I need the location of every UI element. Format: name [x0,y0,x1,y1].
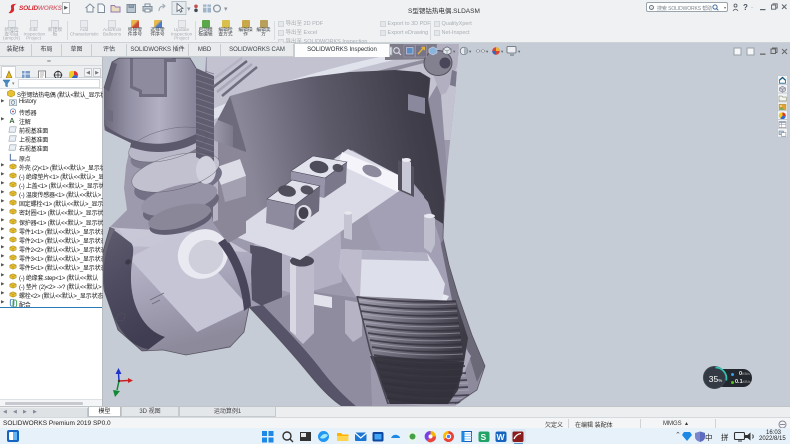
svg-text:▾: ▾ [453,49,456,54]
svg-text:▾: ▾ [501,49,504,54]
svg-text:▾: ▾ [469,49,472,54]
svg-text:?: ? [743,3,748,12]
svg-text:▾: ▾ [486,49,489,54]
svg-text:·: · [751,5,753,11]
svg-text:▾: ▾ [187,6,191,13]
svg-text:A: A [9,116,14,125]
svg-text:W: W [497,432,506,442]
svg-text:▾: ▾ [224,6,228,13]
svg-text:▾: ▾ [518,49,521,54]
svg-text:S: S [481,432,487,442]
